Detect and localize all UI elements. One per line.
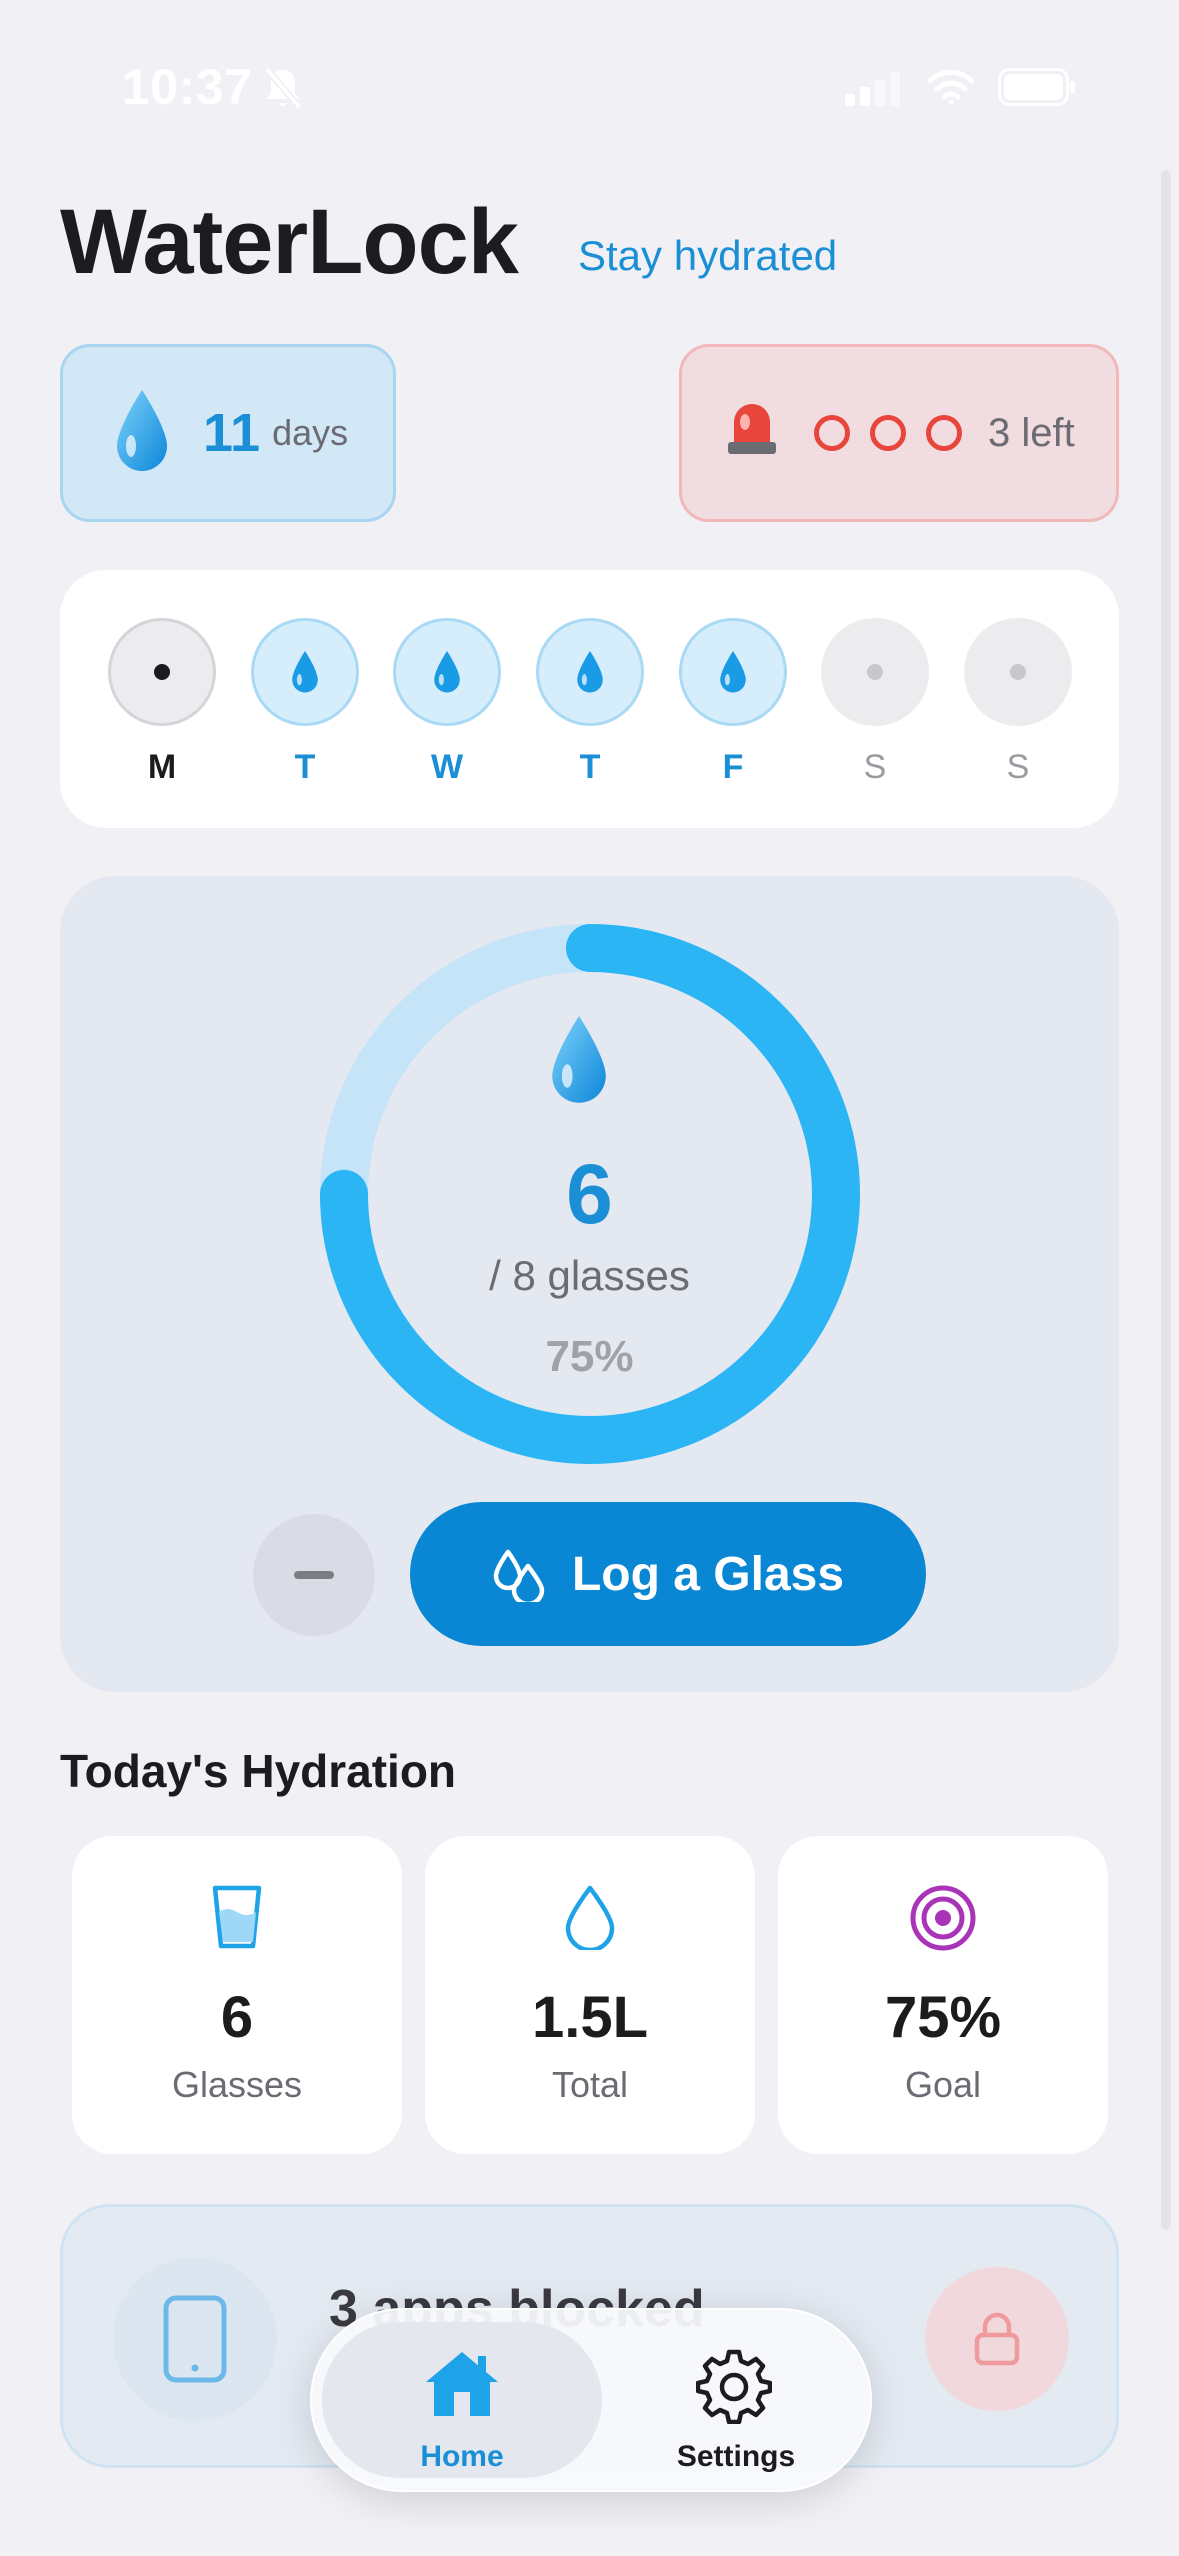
tab-home[interactable]: Home (322, 2322, 602, 2478)
log-glass-button[interactable]: Log a Glass (410, 1502, 926, 1646)
section-title: Today's Hydration (60, 1745, 457, 1797)
stat-label: Goal (904, 2064, 982, 2105)
battery-icon (998, 68, 1078, 111)
day-sunday[interactable]: S (964, 618, 1072, 787)
log-glass-label: Log a Glass (571, 1547, 845, 1601)
day-indicator (536, 618, 644, 726)
bell-slash-icon (262, 66, 304, 115)
house-icon (422, 2348, 502, 2425)
streak-unit: days (272, 412, 349, 453)
water-drop-icon (577, 651, 603, 693)
stat-value: 6 (220, 1985, 254, 2050)
target-icon (778, 1884, 1108, 1952)
water-drop-icon (434, 651, 460, 693)
glass-icon (72, 1884, 402, 1950)
lock-icon[interactable] (925, 2267, 1069, 2411)
water-drop-icon (115, 388, 169, 479)
future-dot (1010, 664, 1026, 680)
day-label: S (863, 748, 887, 786)
water-drop-icon (292, 651, 318, 693)
day-monday[interactable]: M (108, 618, 216, 787)
day-thursday[interactable]: T (536, 618, 644, 787)
glasses-count: 6 (566, 1147, 613, 1241)
cellular-signal-icon (845, 72, 901, 111)
drop-outline-icon (425, 1884, 755, 1950)
tab-bar: Home Settings (310, 2308, 872, 2492)
week-strip: M T W T F S S (60, 570, 1119, 828)
day-label: M (147, 748, 177, 786)
day-label: F (722, 748, 744, 786)
day-indicator (679, 618, 787, 726)
emergency-unlocks-badge[interactable]: 3 left (679, 344, 1119, 522)
today-dot (154, 664, 170, 680)
glasses-goal: / 8 glasses (489, 1252, 690, 1299)
remove-glass-button[interactable] (253, 1514, 375, 1636)
day-indicator (821, 618, 929, 726)
gear-icon (695, 2348, 773, 2429)
day-label: T (579, 748, 601, 786)
stat-label: Total (551, 2064, 629, 2105)
day-indicator (251, 618, 359, 726)
stat-value: 75% (884, 1985, 1002, 2050)
tab-label: Home (420, 2440, 504, 2473)
wifi-icon (927, 69, 975, 109)
day-saturday[interactable]: S (821, 618, 929, 787)
stat-card-glasses[interactable]: 6 Glasses (72, 1836, 402, 2154)
day-label: S (1006, 748, 1030, 786)
future-dot (867, 664, 883, 680)
progress-panel: 6 / 8 glasses 75% Log a Glass (60, 876, 1119, 1692)
tab-settings[interactable]: Settings (610, 2322, 860, 2478)
app-title: WaterLock (60, 191, 519, 293)
stat-value: 1.5L (531, 1985, 649, 2050)
day-wednesday[interactable]: W (393, 618, 501, 787)
status-time: 10:37 (122, 59, 253, 115)
streak-count: 11 (203, 403, 261, 463)
stat-card-goal[interactable]: 75% Goal (778, 1836, 1108, 2154)
stat-label: Glasses (171, 2064, 303, 2105)
status-bar: 10:37 (0, 0, 1179, 170)
progress-percent: 75% (545, 1332, 634, 1381)
drops-icon (492, 1546, 548, 1602)
day-indicator (964, 618, 1072, 726)
day-tuesday[interactable]: T (251, 618, 359, 787)
stat-card-total[interactable]: 1.5L Total (425, 1836, 755, 2154)
water-drop-icon (720, 651, 746, 693)
unlocks-left-label: 3 left (988, 410, 1075, 455)
day-indicator (108, 618, 216, 726)
day-indicator (393, 618, 501, 726)
phone-icon (113, 2257, 277, 2421)
water-drop-icon (550, 1014, 608, 1111)
unlock-remaining-ring (870, 415, 906, 451)
minus-icon (294, 1571, 334, 1579)
day-label: W (430, 748, 464, 786)
unlock-remaining-ring (814, 415, 850, 451)
unlock-remaining-ring (926, 415, 962, 451)
scroll-indicator[interactable] (1161, 170, 1171, 2230)
siren-icon (726, 398, 778, 469)
day-label: T (294, 748, 316, 786)
tab-label: Settings (676, 2440, 796, 2473)
streak-badge[interactable]: 11 days (60, 344, 396, 522)
app-subtitle: Stay hydrated (578, 232, 838, 279)
day-friday[interactable]: F (679, 618, 787, 787)
